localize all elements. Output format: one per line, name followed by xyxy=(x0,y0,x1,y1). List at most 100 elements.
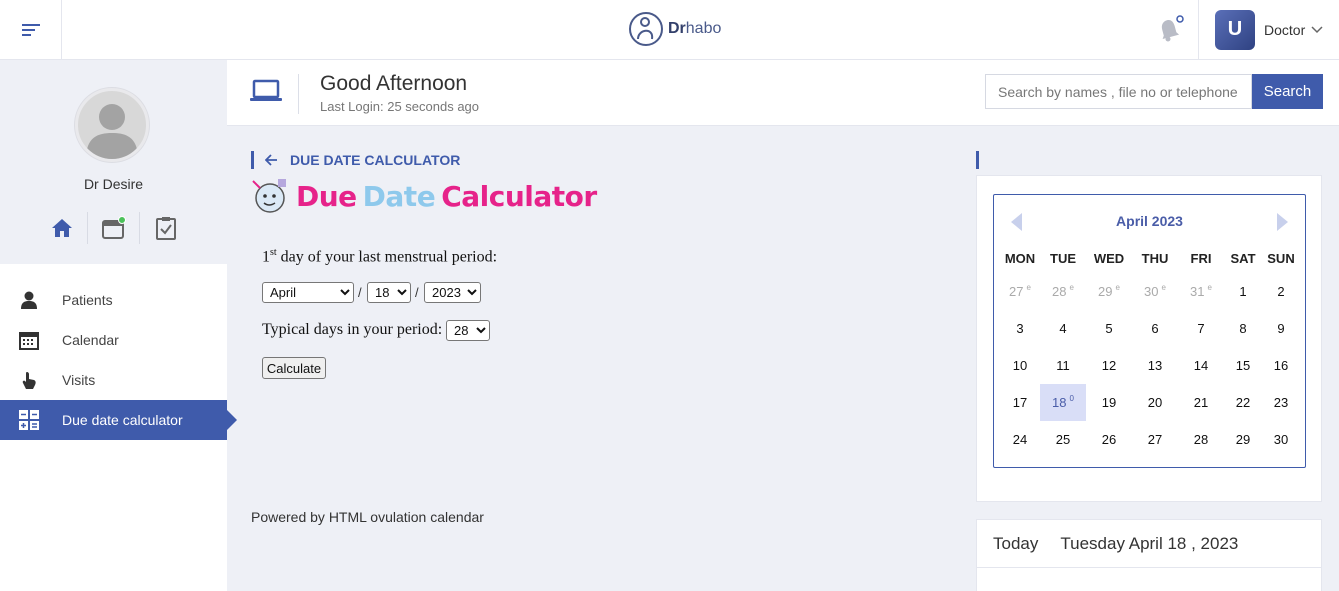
search-input[interactable] xyxy=(985,74,1252,109)
calendar-day[interactable]: 9 xyxy=(1262,310,1300,347)
calendar-day[interactable]: 6 xyxy=(1132,310,1178,347)
day-marker: 0 xyxy=(1069,394,1074,403)
calculate-button[interactable]: Calculate xyxy=(262,357,326,379)
calendar-day[interactable]: 28 xyxy=(1178,421,1224,458)
calendar-day[interactable]: 3 xyxy=(1000,310,1040,347)
calendar-day[interactable]: 1 xyxy=(1224,273,1262,310)
calendar-day[interactable]: 27 e xyxy=(1000,273,1040,310)
notifications-button[interactable] xyxy=(1155,14,1185,44)
calendar-day[interactable]: 5 xyxy=(1086,310,1132,347)
calendar-day[interactable]: 15 xyxy=(1224,347,1262,384)
sidebar-item-label: Visits xyxy=(62,372,96,388)
next-month-button[interactable] xyxy=(1276,213,1288,231)
calendar-grid: MON TUE WED THU FRI SAT SUN 27 e 28 e 29 e 30 e 31 e 1 2 3 4… xyxy=(1000,243,1300,458)
arrow-left-icon xyxy=(265,154,277,166)
top-bar: Drhabo U Doctor xyxy=(0,0,1339,60)
due-date-calculator-heading: Due Date Calculator xyxy=(250,176,597,216)
calendar-day[interactable]: 23 xyxy=(1262,384,1300,421)
calendar-day[interactable]: 25 xyxy=(1040,421,1086,458)
day-number: 8 xyxy=(1239,321,1247,336)
day-marker: e xyxy=(1115,283,1120,292)
patient-icon xyxy=(18,289,40,311)
calendar-day[interactable]: 29 xyxy=(1224,421,1262,458)
lmp-year-select[interactable]: 2023 xyxy=(424,282,481,303)
mother-baby-logo-icon xyxy=(629,12,663,46)
calendar-day[interactable]: 4 xyxy=(1040,310,1086,347)
quick-actions xyxy=(36,212,192,244)
calendar-day[interactable]: 10 xyxy=(1000,347,1040,384)
today-card: Today Tuesday April 18 , 2023 xyxy=(976,519,1322,591)
day-number: 11 xyxy=(1056,358,1070,373)
day-number: 18 xyxy=(1052,395,1067,410)
home-icon xyxy=(51,219,72,237)
calendar-day[interactable]: 14 xyxy=(1178,347,1224,384)
title-word-due: Due xyxy=(296,179,357,213)
sidebar-item-visits[interactable]: Visits xyxy=(0,360,227,400)
app-logo[interactable]: Drhabo xyxy=(628,11,721,47)
lmp-day-select[interactable]: 18 xyxy=(367,282,411,303)
home-button[interactable] xyxy=(36,212,88,244)
calendar-day[interactable]: 13 xyxy=(1132,347,1178,384)
calendar-day[interactable]: 30 e xyxy=(1132,273,1178,310)
today-row: Today Tuesday April 18 , 2023 xyxy=(977,520,1321,568)
calendar-day[interactable]: 31 e xyxy=(1178,273,1224,310)
calendar-badge-icon xyxy=(101,216,126,239)
day-number: 30 xyxy=(1273,432,1289,447)
user-avatar: U xyxy=(1215,9,1255,50)
day-number: 10 xyxy=(1012,358,1028,373)
day-number: 31 xyxy=(1190,284,1205,299)
day-number: 30 xyxy=(1144,284,1159,299)
day-number: 28 xyxy=(1052,284,1067,299)
back-breadcrumb[interactable]: DUE DATE CALCULATOR xyxy=(251,151,460,169)
last-login-text: Last Login: 25 seconds ago xyxy=(320,99,480,114)
calendar-day[interactable]: 28 e xyxy=(1040,273,1086,310)
weekday-header: WED xyxy=(1093,250,1125,266)
calendar-day[interactable]: 21 xyxy=(1178,384,1224,421)
sidebar-item-due-date-calculator[interactable]: Due date calculator xyxy=(0,400,237,440)
day-number: 25 xyxy=(1055,432,1071,447)
day-marker: e xyxy=(1069,283,1074,292)
laptop-icon xyxy=(250,79,282,101)
weekday-header: MON xyxy=(1004,250,1036,266)
title-word-date: Date xyxy=(362,179,436,213)
calendar-day[interactable]: 26 xyxy=(1086,421,1132,458)
sidebar-item-calendar[interactable]: Calendar xyxy=(0,320,227,360)
calendar-day[interactable]: 30 xyxy=(1262,421,1300,458)
day-number: 21 xyxy=(1193,395,1209,410)
day-number: 27 xyxy=(1009,284,1024,299)
calendar-day[interactable]: 19 xyxy=(1086,384,1132,421)
menu-toggle-button[interactable] xyxy=(0,0,62,59)
appointments-button[interactable] xyxy=(88,212,140,244)
calendar-day[interactable]: 24 xyxy=(1000,421,1040,458)
calendar-card: April 2023 MON TUE WED THU FRI SAT SUN 27 e 28 e 29… xyxy=(976,175,1322,502)
sidebar-nav: Patients Calendar Visits Due date calcul… xyxy=(0,280,237,440)
calendar-day[interactable]: 7 xyxy=(1178,310,1224,347)
tasks-button[interactable] xyxy=(140,212,192,244)
search-button[interactable]: Search xyxy=(1252,74,1323,109)
period-length-select[interactable]: 28 xyxy=(446,320,490,341)
sidebar-item-patients[interactable]: Patients xyxy=(0,280,227,320)
calendar-day[interactable]: 22 xyxy=(1224,384,1262,421)
clipboard-check-icon xyxy=(156,217,176,240)
calendar-day[interactable]: 20 xyxy=(1132,384,1178,421)
calendar-day[interactable]: 11 xyxy=(1040,347,1086,384)
weekday-header: SUN xyxy=(1267,250,1295,266)
calendar-day[interactable]: 16 xyxy=(1262,347,1300,384)
calendar-day[interactable]: 12 xyxy=(1086,347,1132,384)
lmp-month-select[interactable]: April xyxy=(262,282,354,303)
calendar-day-today[interactable]: 18 0 xyxy=(1040,384,1086,421)
user-menu[interactable]: U Doctor xyxy=(1198,0,1339,59)
calendar-day[interactable]: 17 xyxy=(1000,384,1040,421)
day-number: 16 xyxy=(1273,358,1289,373)
day-number: 3 xyxy=(1016,321,1024,336)
baby-face-icon xyxy=(252,179,286,213)
sidebar: Dr Desire Patients Calendar Visits Due d… xyxy=(0,60,237,591)
day-number: 26 xyxy=(1101,432,1117,447)
calendar-day[interactable]: 8 xyxy=(1224,310,1262,347)
day-number: 27 xyxy=(1147,432,1163,447)
calendar-day[interactable]: 27 xyxy=(1132,421,1178,458)
calendar-day[interactable]: 29 e xyxy=(1086,273,1132,310)
calendar-day[interactable]: 2 xyxy=(1262,273,1300,310)
greeting-title: Good Afternoon xyxy=(320,72,468,95)
chevron-down-icon xyxy=(1311,25,1323,33)
